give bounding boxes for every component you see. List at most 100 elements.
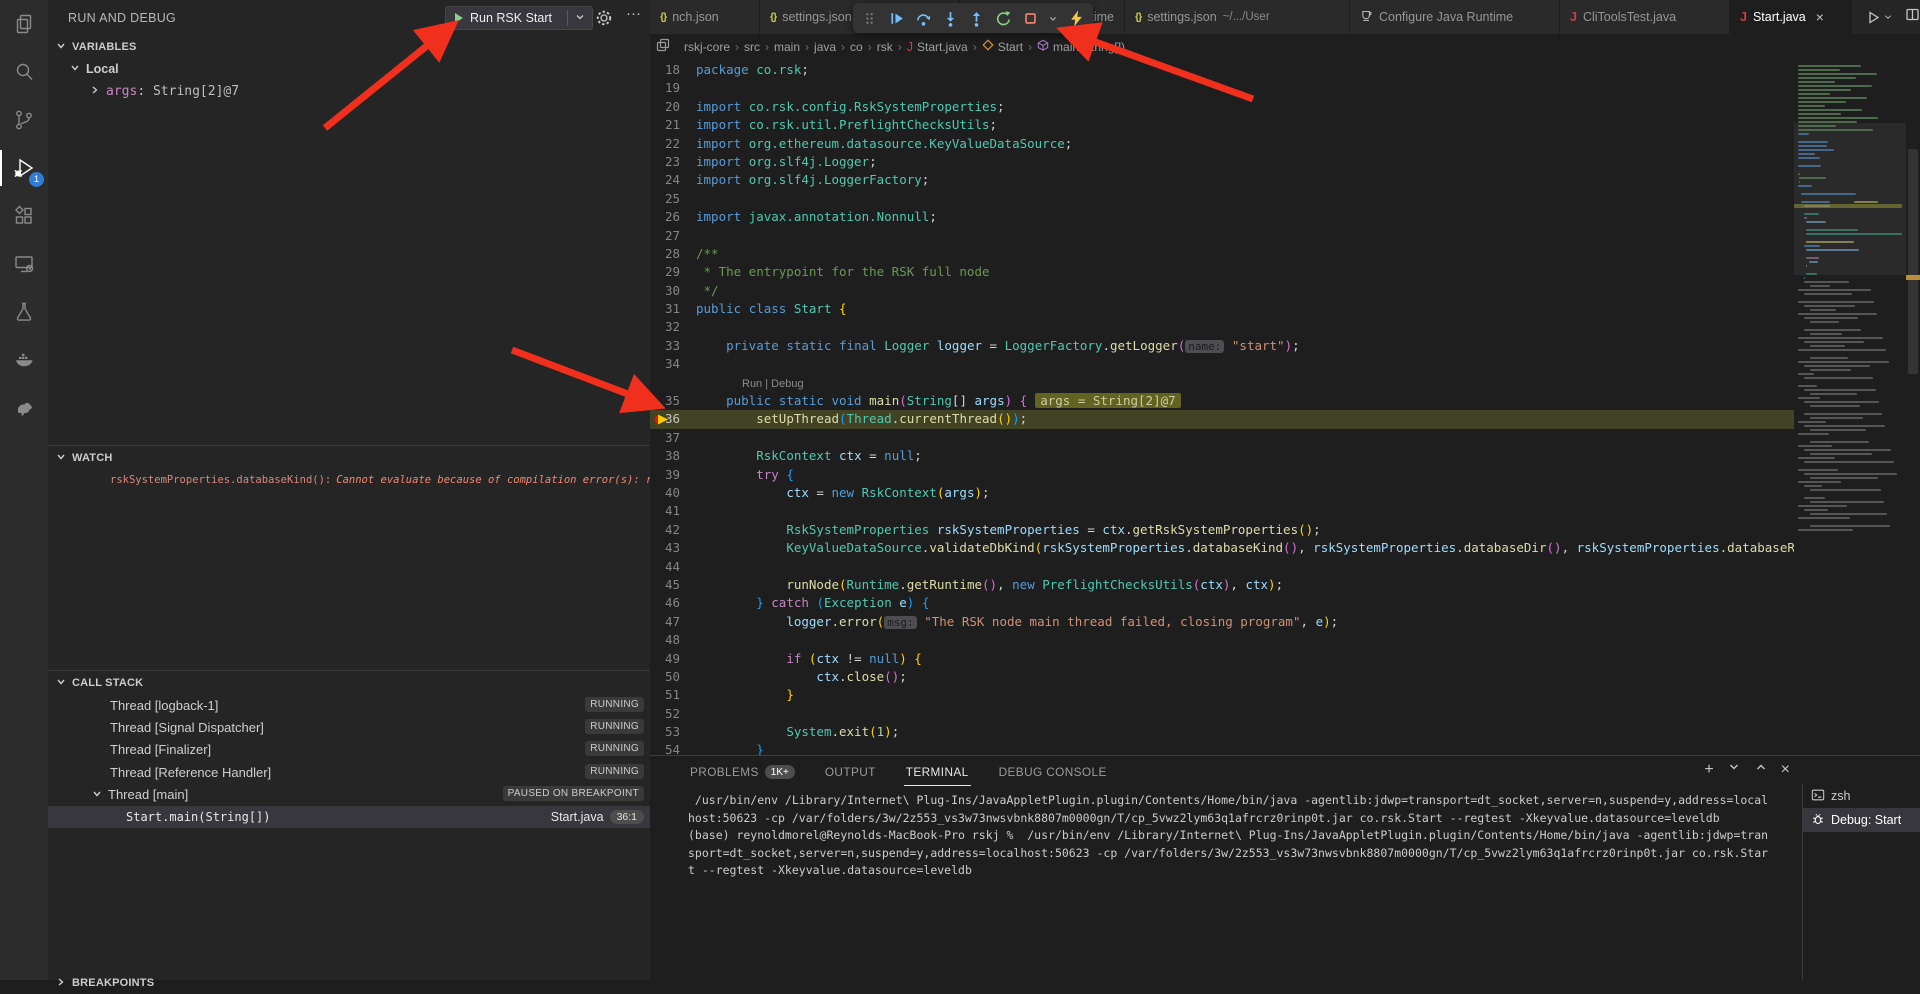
breakpoints-section-header[interactable]: BREAKPOINTS bbox=[48, 972, 650, 994]
run-and-debug-activity-item[interactable]: 1 bbox=[0, 144, 48, 192]
breadcrumb-item[interactable]: main bbox=[774, 40, 800, 54]
code-line[interactable]: 19 bbox=[650, 79, 1794, 97]
more-actions-icon[interactable]: ··· bbox=[626, 5, 641, 22]
code-line[interactable]: 41 bbox=[650, 502, 1794, 520]
variables-scope-local[interactable]: Local bbox=[48, 58, 650, 80]
breadcrumb-symbol[interactable]: Start bbox=[998, 40, 1023, 54]
code-line[interactable]: 47 logger.error(msg: "The RSK node main … bbox=[650, 613, 1794, 631]
breadcrumb-item[interactable]: src bbox=[744, 40, 760, 54]
code-line[interactable]: 38 RskContext ctx = null; bbox=[650, 447, 1794, 465]
breadcrumb-item[interactable]: rskj-core bbox=[684, 40, 730, 54]
maximize-panel-icon[interactable] bbox=[1754, 760, 1768, 779]
code-line[interactable]: 48 bbox=[650, 631, 1794, 649]
panel-tab-debug-console[interactable]: DEBUG CONSOLE bbox=[997, 759, 1109, 785]
code-line[interactable]: 36 setUpThread(Thread.currentThread()); bbox=[650, 410, 1794, 428]
code-line[interactable]: 52 bbox=[650, 705, 1794, 723]
stop-icon[interactable] bbox=[1021, 8, 1041, 28]
testing-activity-item[interactable] bbox=[0, 288, 48, 336]
gear-icon[interactable] bbox=[596, 10, 612, 31]
code-line[interactable]: 53 System.exit(1); bbox=[650, 723, 1794, 741]
call-stack-thread-row[interactable]: Thread [main]PAUSED ON BREAKPOINT bbox=[48, 784, 650, 806]
code-line[interactable]: 39 try { bbox=[650, 466, 1794, 484]
code-line[interactable]: 30 */ bbox=[650, 282, 1794, 300]
call-stack-thread-row[interactable]: Thread [Reference Handler]RUNNING bbox=[48, 761, 650, 783]
code-line[interactable]: 50 ctx.close(); bbox=[650, 668, 1794, 686]
gradle-activity-item[interactable] bbox=[0, 384, 48, 432]
code-line[interactable]: 54 } bbox=[650, 741, 1794, 755]
breadcrumb-item[interactable]: java bbox=[814, 40, 836, 54]
source-control-activity-item[interactable] bbox=[0, 96, 48, 144]
tab-start-java[interactable]: JStart.java× bbox=[1730, 0, 1852, 34]
hot-code-replace-icon[interactable] bbox=[1066, 8, 1086, 28]
tab-clitoolstest-java[interactable]: JCliToolsTest.java bbox=[1560, 0, 1730, 34]
variables-section-header[interactable]: VARIABLES bbox=[48, 36, 650, 58]
call-stack-thread-row[interactable]: Thread [logback-1]RUNNING bbox=[48, 694, 650, 716]
code-line[interactable]: 37 bbox=[650, 429, 1794, 447]
code-line[interactable]: 49 if (ctx != null) { bbox=[650, 650, 1794, 668]
terminal-list-item-zsh[interactable]: zsh bbox=[1803, 784, 1920, 808]
code-line[interactable]: 51 } bbox=[650, 686, 1794, 704]
continue-icon[interactable] bbox=[887, 8, 907, 28]
code-line[interactable]: 28/** bbox=[650, 245, 1794, 263]
code-line[interactable]: 21import co.rsk.util.PreflightChecksUtil… bbox=[650, 116, 1794, 134]
code-line[interactable]: 34 bbox=[650, 355, 1794, 373]
drag-grip-icon[interactable] bbox=[860, 8, 880, 28]
chevron-down-icon[interactable] bbox=[568, 11, 592, 25]
call-stack-section-header[interactable]: CALL STACK bbox=[48, 672, 650, 694]
explorer-activity-item[interactable] bbox=[0, 0, 48, 48]
breadcrumb-item[interactable]: rsk bbox=[877, 40, 893, 54]
code-line[interactable]: 20import co.rsk.config.RskSystemProperti… bbox=[650, 98, 1794, 116]
tab-configure-java-runtime[interactable]: Configure Java Runtime bbox=[1350, 0, 1560, 34]
breakpoint-paused-indicator[interactable] bbox=[654, 413, 670, 426]
call-stack-thread-row[interactable]: Thread [Finalizer]RUNNING bbox=[48, 739, 650, 761]
panel-tab-terminal[interactable]: TERMINAL bbox=[904, 759, 971, 786]
watch-expression-row[interactable]: rskSystemProperties.databaseKind(): Cann… bbox=[48, 470, 650, 490]
step-over-icon[interactable] bbox=[913, 8, 933, 28]
new-terminal-icon[interactable]: + bbox=[1704, 763, 1713, 777]
step-into-icon[interactable] bbox=[940, 8, 960, 28]
terminal-list-item-debug-start[interactable]: Debug: Start bbox=[1803, 808, 1920, 832]
chevron-down-icon[interactable] bbox=[1727, 760, 1741, 779]
code-line[interactable]: 26import javax.annotation.Nonnull; bbox=[650, 208, 1794, 226]
code-line[interactable]: 35 public static void main(String[] args… bbox=[650, 392, 1794, 410]
breadcrumb-file[interactable]: Start.java bbox=[917, 40, 968, 54]
code-line[interactable]: 22import org.ethereum.datasource.KeyValu… bbox=[650, 135, 1794, 153]
remote-explorer-activity-item[interactable] bbox=[0, 240, 48, 288]
breadcrumb-item[interactable]: co bbox=[850, 40, 863, 54]
code-line[interactable]: 23import org.slf4j.Logger; bbox=[650, 153, 1794, 171]
stop-dropdown-icon[interactable] bbox=[1047, 8, 1059, 28]
close-icon[interactable]: × bbox=[1816, 9, 1824, 25]
codelens-run-debug[interactable]: Run | Debug bbox=[650, 378, 804, 390]
code-editor[interactable]: 18package co.rsk;1920import co.rsk.confi… bbox=[650, 59, 1920, 755]
code-line[interactable]: 32 bbox=[650, 318, 1794, 336]
variable-args[interactable]: args: String[2]@7 bbox=[48, 80, 650, 102]
code-line[interactable]: 25 bbox=[650, 190, 1794, 208]
search-activity-item[interactable] bbox=[0, 48, 48, 96]
split-squares-icon[interactable] bbox=[656, 38, 670, 55]
run-file-button[interactable] bbox=[1866, 10, 1893, 25]
code-line[interactable]: 24import org.slf4j.LoggerFactory; bbox=[650, 171, 1794, 189]
step-out-icon[interactable] bbox=[967, 8, 987, 28]
tab-settings-json[interactable]: {}settings.json~/.../User bbox=[1125, 0, 1350, 34]
breadcrumb-symbol[interactable]: main(String[]) bbox=[1053, 40, 1125, 54]
codelens-row[interactable]: Run | Debug bbox=[650, 374, 1794, 392]
code-line[interactable]: 40 ctx = new RskContext(args); bbox=[650, 484, 1794, 502]
tab-nch-json[interactable]: {}nch.json bbox=[650, 0, 760, 34]
close-panel-icon[interactable]: × bbox=[1781, 763, 1790, 777]
code-line[interactable]: 46 } catch (Exception e) { bbox=[650, 594, 1794, 612]
minimap[interactable] bbox=[1794, 59, 1906, 755]
code-line[interactable]: 44 bbox=[650, 558, 1794, 576]
code-line[interactable]: 43 KeyValueDataSource.validateDbKind(rsk… bbox=[650, 539, 1794, 557]
panel-tab-problems[interactable]: PROBLEMS1K+ bbox=[688, 759, 797, 785]
code-line[interactable]: 18package co.rsk; bbox=[650, 61, 1794, 79]
code-line[interactable]: 33 private static final Logger logger = … bbox=[650, 337, 1794, 355]
code-line[interactable]: 45 runNode(Runtime.getRuntime(), new Pre… bbox=[650, 576, 1794, 594]
terminal-output[interactable]: /usr/bin/env /Library/Internet\ Plug-Ins… bbox=[688, 792, 1796, 880]
code-line[interactable]: 42 RskSystemProperties rskSystemProperti… bbox=[650, 521, 1794, 539]
run-configuration-button[interactable]: Run RSK Start bbox=[445, 6, 593, 30]
call-stack-thread-row[interactable]: Thread [Signal Dispatcher]RUNNING bbox=[48, 716, 650, 738]
code-line[interactable]: 29 * The entrypoint for the RSK full nod… bbox=[650, 263, 1794, 281]
code-line[interactable]: 31public class Start { bbox=[650, 300, 1794, 318]
panel-tab-output[interactable]: OUTPUT bbox=[823, 759, 878, 785]
stack-frame-row[interactable]: Start.main(String[])Start.java36:1 bbox=[48, 806, 650, 828]
